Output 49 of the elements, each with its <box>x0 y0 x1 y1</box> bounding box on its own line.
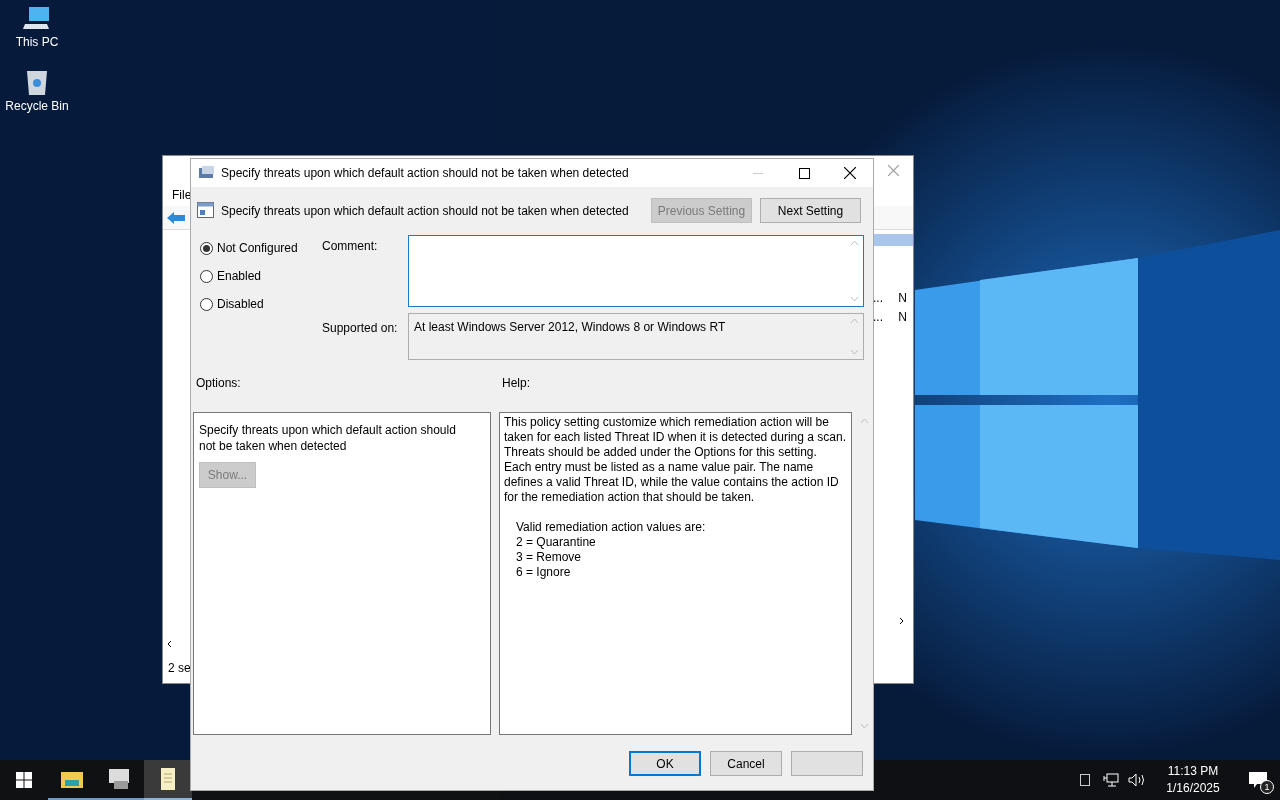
supported-text: At least Windows Server 2012, Windows 8 or Windows RT <box>413 319 727 336</box>
scroll-document-icon <box>159 768 177 790</box>
help-text-line: 6 = Ignore <box>516 565 572 580</box>
table-cell-text: ... <box>873 289 883 307</box>
dialog-button[interactable]: Cancel <box>710 751 782 776</box>
comment-label: Comment: <box>322 238 379 255</box>
menu-item[interactable]: File <box>172 186 192 204</box>
tray-icon[interactable] <box>1080 774 1090 786</box>
scroll-left-icon[interactable] <box>167 640 172 648</box>
network-icon[interactable] <box>1103 773 1119 787</box>
desktop-icon-label[interactable]: This PC <box>15 36 59 48</box>
computer-icon[interactable] <box>23 6 51 32</box>
desktop-icon-label[interactable]: Recycle Bin <box>5 100 69 112</box>
table-cell-text: N <box>898 308 907 326</box>
help-text-line: Valid remediation action values are: <box>516 520 707 535</box>
options-text: Specify threats upon which default action should not be taken when detected <box>199 422 457 454</box>
folder-icon <box>61 770 83 788</box>
help-text-line: 3 = Remove <box>516 550 583 565</box>
scroll-right-icon[interactable] <box>899 617 904 625</box>
radio-button[interactable] <box>200 297 213 311</box>
status-text: 2 se <box>168 660 191 677</box>
next-setting-button[interactable]: Next Setting <box>760 198 861 223</box>
close-icon[interactable] <box>844 167 856 179</box>
policy-icon <box>199 166 215 180</box>
radio-button[interactable] <box>200 269 213 283</box>
window-title: Specify threats upon which default action should not be taken when detected <box>221 165 629 182</box>
clock-time[interactable]: 11:13 PM <box>1167 763 1219 780</box>
radio-label[interactable]: Disabled <box>217 295 264 313</box>
help-text-line: 2 = Quarantine <box>516 535 597 550</box>
table-cell-text: ... <box>873 308 883 326</box>
clock-date[interactable]: 1/16/2025 <box>1166 780 1220 797</box>
table-cell-text: N <box>898 289 907 307</box>
maximize-icon[interactable] <box>799 167 810 179</box>
supported-label: Supported on: <box>322 320 399 337</box>
radio-label[interactable]: Not Configured <box>217 239 298 257</box>
radio-button[interactable] <box>200 241 213 255</box>
dialog-button[interactable]: OK <box>629 751 701 776</box>
server-manager-icon <box>109 769 131 789</box>
radio-label[interactable]: Enabled <box>217 267 262 285</box>
notification-icon[interactable] <box>1249 772 1267 788</box>
help-text: This policy setting customize which remediation action will be taken for each listed Threat ID when it is detected during a scan. Threats should be added under the Options for this setting. Each entry must be listed as a name value pair. The name defines a valid Threat ID, while the value contains the action ID for the remediation action that should be taken. <box>504 415 847 505</box>
notification-badge: 1 <box>1260 780 1274 794</box>
taskbar-app-button[interactable] <box>144 760 192 800</box>
options-label: Options: <box>196 375 242 392</box>
help-label: Help: <box>502 375 530 392</box>
speaker-icon[interactable] <box>1128 773 1146 787</box>
setting-icon <box>197 202 214 218</box>
setting-title: Specify threats upon which default action should not be taken when detected <box>221 203 629 220</box>
back-arrow-icon[interactable] <box>167 211 185 224</box>
